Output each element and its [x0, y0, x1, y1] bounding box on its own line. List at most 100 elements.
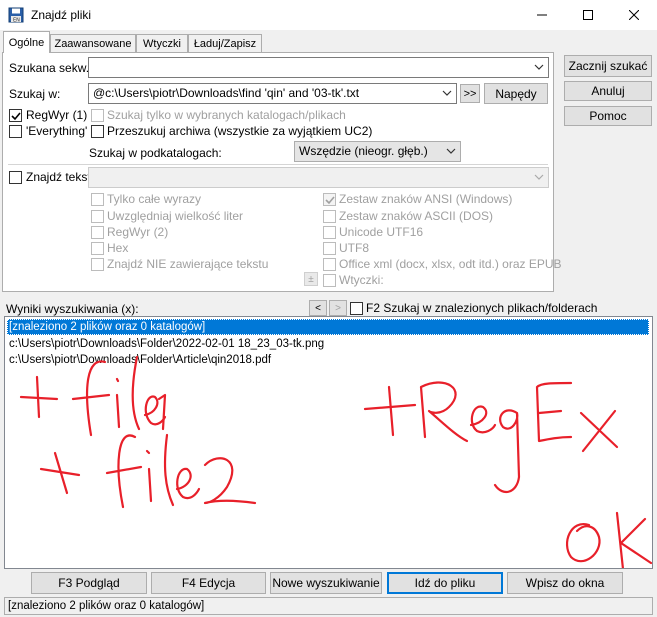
window-title: Znajdź pliki — [31, 8, 92, 22]
minimize-icon — [537, 14, 547, 16]
chevron-down-icon — [534, 64, 544, 70]
hex-label: Hex — [107, 241, 129, 255]
annotation-letter-f — [105, 434, 143, 509]
regex-checkbox[interactable] — [9, 109, 22, 122]
tab-plugins[interactable]: Wtyczki — [136, 34, 188, 52]
browse-button[interactable]: >> — [460, 84, 480, 103]
f3-preview-button[interactable]: F3 Podgląd — [31, 572, 147, 594]
title-bar: EN Znajdź pliki — [0, 0, 657, 30]
annotation-letter-e — [143, 395, 167, 426]
handwritten-annotations — [19, 355, 652, 568]
close-button[interactable] — [611, 0, 657, 30]
start-search-button[interactable]: Zacznij szukać — [564, 55, 652, 77]
results-list[interactable]: [znaleziono 2 plików oraz 0 katalogów] c… — [4, 316, 653, 569]
annotation-letter-l — [131, 355, 141, 431]
find-text-checkbox[interactable] — [9, 171, 22, 184]
everything-checkbox[interactable] — [9, 125, 22, 138]
minimize-button[interactable] — [519, 0, 565, 30]
hex-checkbox[interactable] — [91, 242, 104, 255]
whole-words-checkbox[interactable] — [91, 193, 104, 206]
tab-label: Ładuj/Zapisz — [193, 37, 257, 50]
search-in-label: Szukaj w: — [9, 87, 61, 101]
tab-general[interactable]: Ogólne — [3, 31, 50, 53]
chevron-down-icon — [442, 90, 452, 96]
annotation-letter-k — [615, 511, 652, 568]
checkmark-icon — [10, 111, 21, 120]
find-text-label: Znajdź tekst: — [26, 170, 95, 184]
annotation-plus — [35, 375, 41, 419]
f4-edit-button[interactable]: F4 Edycja — [151, 572, 266, 594]
annotation-letter-o — [565, 522, 601, 563]
utf16-label: Unicode UTF16 — [339, 225, 424, 239]
not-containing-label: Znajdź NIE zawierające tekstu — [107, 257, 269, 271]
close-icon — [629, 10, 639, 20]
prev-result-button[interactable]: < — [309, 300, 327, 316]
whole-words-label: Tylko całe wyrazy — [107, 192, 202, 206]
case-sensitive-label: Uwzględniaj wielkość liter — [107, 209, 244, 223]
svg-text:EN: EN — [13, 18, 20, 24]
status-bar: [znaleziono 2 plików oraz 0 katalogów] — [4, 597, 653, 615]
annotation-letter-r — [419, 381, 469, 443]
search-for-label: Szukana sekw.: — [9, 61, 93, 75]
annotation-digit-2 — [203, 457, 257, 505]
tab-advanced[interactable]: Zaawansowane — [50, 34, 136, 52]
annotation-letter-e — [469, 405, 497, 434]
everything-label: 'Everything' — [26, 124, 88, 138]
new-search-button[interactable]: Nowe wyszukiwanie — [270, 572, 382, 594]
search-in-input[interactable]: @c:\Users\piotr\Downloads\find 'qin' and… — [88, 83, 457, 104]
not-containing-checkbox[interactable] — [91, 258, 104, 271]
annotation-letter-l — [163, 433, 175, 507]
floppy-disk-icon: EN — [8, 7, 24, 24]
f2-search-in-results-label: F2 Szukaj w znalezionych plikach/foldera… — [366, 301, 598, 315]
tab-label: Zaawansowane — [54, 37, 132, 50]
next-result-button[interactable]: > — [329, 300, 347, 316]
subdirs-label: Szukaj w podkatalogach: — [89, 146, 222, 160]
maximize-button[interactable] — [565, 0, 611, 30]
annotation-letter-e — [175, 467, 201, 500]
utf16-checkbox[interactable] — [323, 226, 336, 239]
regex-label: RegWyr (1) — [26, 108, 88, 122]
find-text-input[interactable] — [88, 167, 549, 188]
ascii-checkbox[interactable] — [323, 210, 336, 223]
tab-label: Ogólne — [8, 36, 45, 49]
cancel-button[interactable]: Anuluj — [564, 81, 652, 101]
f2-search-in-results-checkbox[interactable] — [350, 302, 363, 315]
office-xml-checkbox[interactable] — [323, 258, 336, 271]
help-button[interactable]: Pomoc — [564, 106, 652, 126]
subdirs-value: Wszędzie (nieogr. głęb.) — [299, 144, 428, 158]
plugins-checkbox[interactable] — [323, 274, 336, 287]
utf8-checkbox[interactable] — [323, 242, 336, 255]
annotation-letter-i — [115, 377, 121, 429]
go-to-file-button[interactable]: Idź do pliku — [387, 572, 503, 594]
regex2-checkbox[interactable] — [91, 226, 104, 239]
only-selected-dirs-label: Szukaj tylko w wybranych katalogach/plik… — [107, 108, 346, 122]
office-xml-label: Office xml (docx, xlsx, odt itd.) oraz E… — [339, 257, 562, 271]
case-sensitive-checkbox[interactable] — [91, 210, 104, 223]
search-in-value: @c:\Users\piotr\Downloads\find 'qin' and… — [93, 86, 360, 100]
plugins-label: Wtyczki: — [339, 273, 384, 287]
search-for-input[interactable] — [88, 57, 549, 78]
annotation-letter-x — [579, 409, 619, 453]
annotation-letter-i — [145, 449, 153, 503]
drives-button[interactable]: Napędy — [484, 83, 548, 104]
tab-load-save[interactable]: Ładuj/Zapisz — [188, 34, 262, 52]
search-archives-checkbox[interactable] — [91, 125, 104, 138]
ascii-label: Zestaw znaków ASCII (DOS) — [339, 209, 494, 223]
regex2-label: RegWyr (2) — [107, 225, 169, 239]
search-archives-label: Przeszukuj archiwa (wszystkie za wyjątki… — [107, 124, 373, 138]
subdirs-select[interactable]: Wszędzie (nieogr. głęb.) — [294, 141, 461, 162]
feed-to-listbox-button[interactable]: Wpisz do okna — [507, 572, 623, 594]
ansi-checkbox[interactable] — [323, 193, 336, 206]
ansi-label: Zestaw znaków ANSI (Windows) — [339, 192, 513, 206]
divider — [8, 164, 548, 165]
utf8-label: UTF8 — [339, 241, 369, 255]
annotation-letter-g — [493, 409, 521, 494]
annotation-letter-f — [71, 360, 111, 437]
plus-minus-button[interactable]: ± — [304, 272, 318, 286]
chevron-down-icon — [534, 174, 544, 180]
only-selected-dirs-checkbox[interactable] — [91, 109, 104, 122]
results-label: Wyniki wyszukiwania (x): — [6, 302, 139, 316]
chevron-down-icon — [446, 148, 456, 154]
annotation-letter-capital-e — [535, 381, 573, 443]
maximize-icon — [583, 10, 593, 20]
